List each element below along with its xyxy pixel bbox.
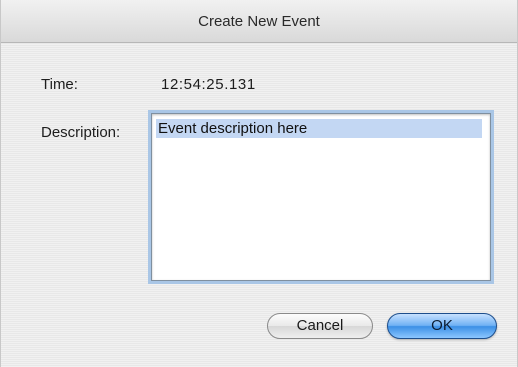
description-label: Description: (41, 124, 121, 141)
time-label: Time: (41, 76, 78, 93)
description-textarea[interactable]: Event description here (151, 113, 491, 281)
time-value: 12:54:25.131 (161, 76, 256, 93)
cancel-button[interactable]: Cancel (267, 313, 373, 339)
dialog-title: Create New Event (198, 13, 320, 30)
ok-button[interactable]: OK (387, 313, 497, 339)
create-event-dialog: Create New Event Time: 12:54:25.131 Desc… (0, 0, 518, 367)
dialog-titlebar: Create New Event (1, 0, 517, 43)
description-text[interactable]: Event description here (156, 119, 482, 138)
